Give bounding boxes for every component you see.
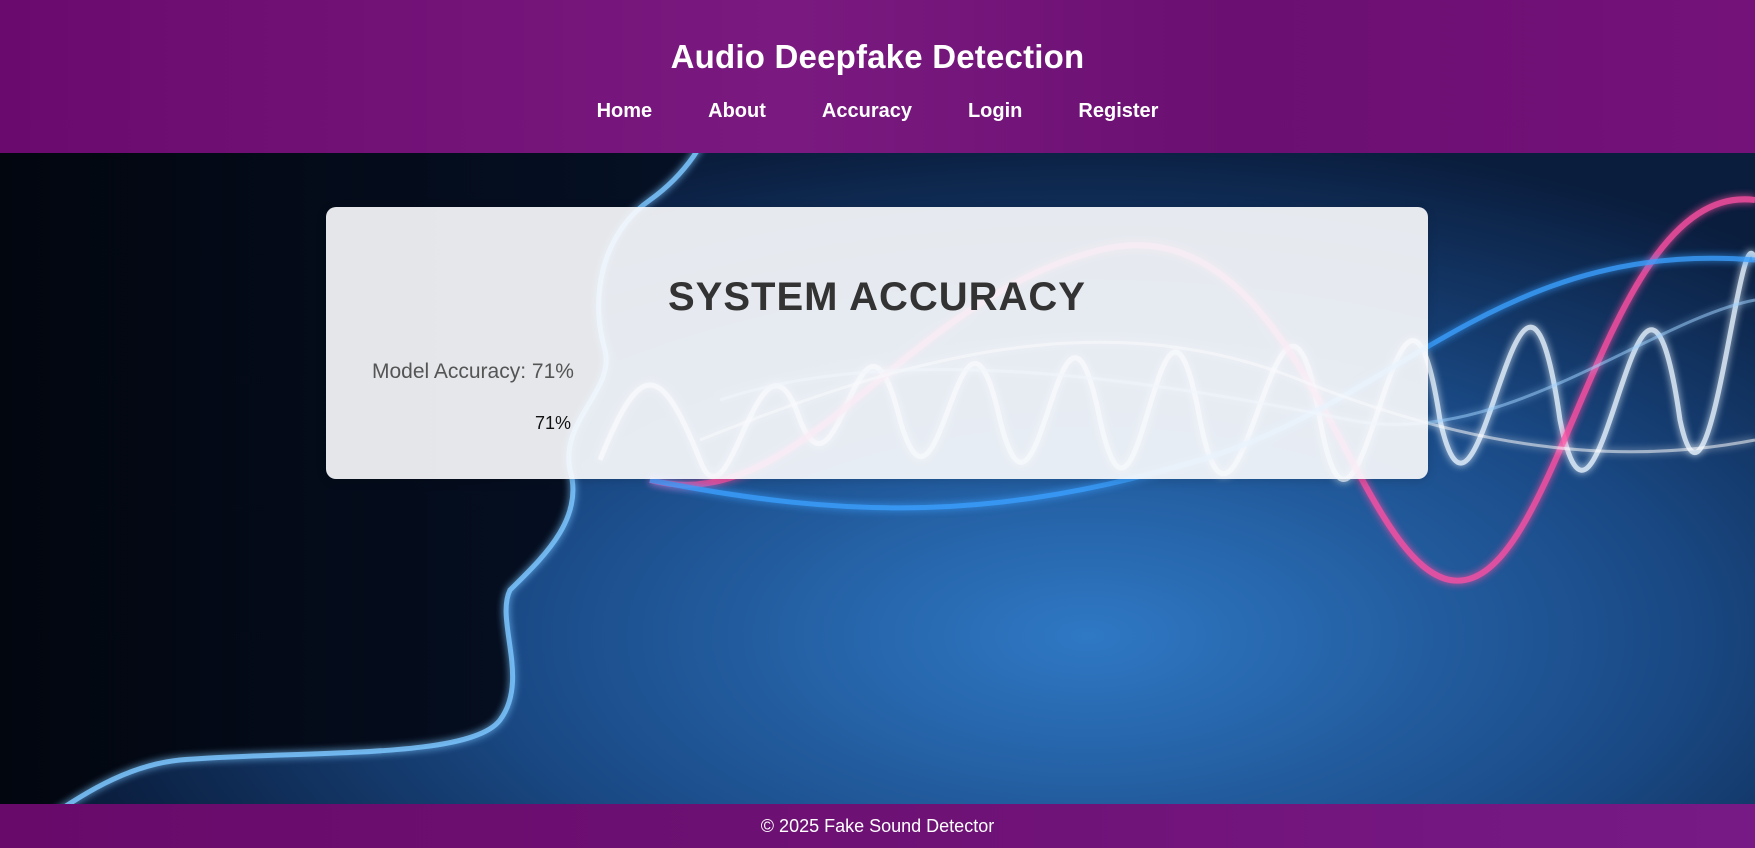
accuracy-card: SYSTEM ACCURACY Model Accuracy: 71% 71%: [326, 207, 1428, 479]
footer-copyright: © 2025 Fake Sound Detector: [760, 816, 995, 836]
site-header: Audio Deepfake Detection Home About Accu…: [0, 0, 1755, 153]
site-footer: © 2025 Fake Sound Detector: [0, 804, 1755, 848]
model-accuracy-label: Model Accuracy: 71%: [372, 360, 574, 383]
nav-link-accuracy[interactable]: Accuracy: [822, 100, 912, 123]
card-title: SYSTEM ACCURACY: [668, 275, 1086, 319]
site-title: Audio Deepfake Detection: [670, 38, 1085, 75]
nav-link-home[interactable]: Home: [597, 100, 653, 123]
nav-link-register[interactable]: Register: [1078, 100, 1158, 123]
nav-link-login[interactable]: Login: [968, 100, 1022, 123]
accuracy-progress-bar: 71%: [372, 405, 734, 441]
main-nav: Home About Accuracy Login Register: [0, 100, 1755, 123]
page: Audio Deepfake Detection Home About Accu…: [0, 0, 1755, 848]
accuracy-progress-text: 71%: [534, 412, 572, 433]
nav-link-about[interactable]: About: [708, 100, 766, 123]
